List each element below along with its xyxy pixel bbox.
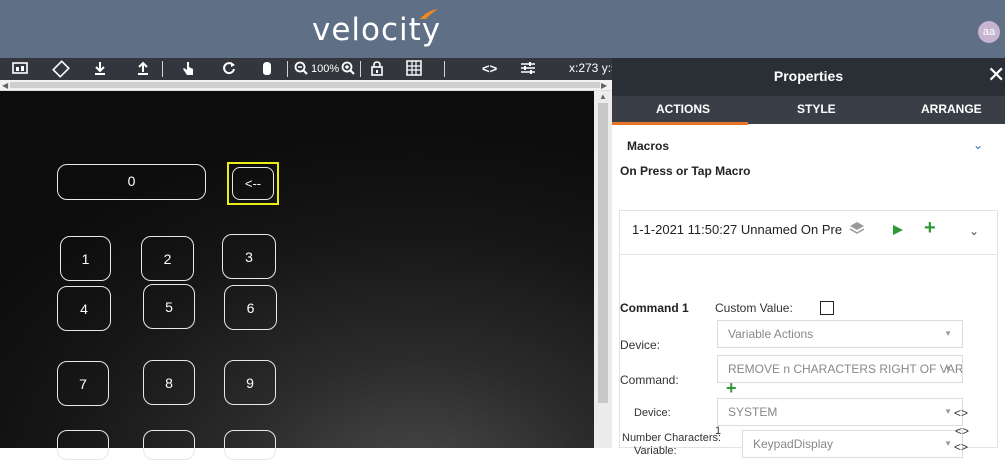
layers-icon[interactable]	[849, 221, 865, 240]
zoom-out-icon[interactable]	[294, 60, 308, 78]
keypad-key-2[interactable]: 2	[141, 236, 194, 281]
variable-select[interactable]: KeypadDisplay ▼	[742, 430, 963, 458]
command-label: Command:	[620, 373, 679, 387]
custom-value-checkbox[interactable]	[820, 301, 834, 315]
scroll-thumb[interactable]	[10, 82, 600, 88]
device-select[interactable]: Variable Actions ▼	[717, 320, 963, 348]
hand-icon[interactable]	[260, 60, 274, 78]
macros-section-title[interactable]: Macros	[627, 139, 669, 153]
scroll-up-icon[interactable]: ▲	[599, 92, 607, 101]
tab-style[interactable]: STYLE	[797, 102, 836, 116]
horizontal-scrollbar[interactable]: ◀ ▶	[0, 80, 612, 91]
tab-arrange[interactable]: ARRANGE	[921, 102, 982, 116]
variable-label: Variable:	[634, 445, 677, 457]
toolbar-divider	[287, 61, 288, 77]
caret-down-icon: ▼	[944, 364, 952, 373]
caret-down-icon: ▼	[944, 439, 952, 448]
caret-down-icon: ▼	[944, 329, 952, 338]
code-toggle-icon[interactable]: <>	[955, 424, 969, 438]
add-variable-icon[interactable]: +	[726, 378, 737, 399]
cursor-coordinates: x:273 y:58	[569, 61, 612, 75]
on-press-label: On Press or Tap Macro	[620, 164, 751, 178]
backspace-button[interactable]: <--	[227, 162, 279, 205]
variable-value: KeypadDisplay	[753, 437, 834, 451]
keypad-key-4[interactable]: 4	[57, 286, 111, 331]
code-toggle-icon[interactable]: <>	[954, 440, 968, 454]
keypad-key-5[interactable]: 5	[143, 284, 195, 329]
refresh-icon[interactable]	[222, 60, 236, 78]
settings-sliders-icon[interactable]	[520, 60, 536, 78]
toolbar-divider	[444, 61, 445, 77]
device-select-value: Variable Actions	[728, 327, 814, 341]
design-canvas[interactable]: 0 <-- 1 2 3 4 5 6 7 8 9	[0, 91, 594, 460]
rotate-icon[interactable]	[52, 60, 70, 78]
device-preview-icon[interactable]	[12, 60, 28, 78]
play-icon[interactable]	[892, 223, 904, 241]
caret-down-icon: ▼	[944, 407, 952, 416]
keypad-key-6[interactable]: 6	[224, 285, 277, 330]
code-icon[interactable]: <>	[482, 60, 497, 78]
download-icon[interactable]	[93, 60, 107, 78]
scroll-thumb[interactable]	[598, 103, 608, 403]
lock-icon[interactable]	[370, 60, 384, 78]
tab-actions[interactable]: ACTIONS	[656, 102, 710, 116]
properties-panel: Properties ✕ ACTIONS STYLE ARRANGE Macro…	[612, 58, 1005, 458]
add-command-icon[interactable]: +	[924, 217, 936, 240]
keypad-key-1[interactable]: 1	[60, 236, 111, 281]
logo-flame-icon	[420, 9, 438, 19]
command-select[interactable]: REMOVE n CHARACTERS RIGHT OF VARI ▼	[717, 355, 963, 383]
number-characters-label: Number Characters:	[622, 432, 722, 444]
vertical-scrollbar[interactable]: ▲	[594, 91, 612, 448]
code-toggle-icon[interactable]: <>	[954, 406, 968, 420]
scroll-right-icon[interactable]: ▶	[601, 81, 607, 90]
keypad-key-partial[interactable]	[143, 430, 195, 460]
toolbar-divider	[162, 61, 163, 77]
backspace-label: <--	[232, 167, 274, 200]
custom-value-label: Custom Value:	[715, 301, 793, 315]
app-header: velocity aa	[0, 0, 1005, 58]
panel-tabs: ACTIONS STYLE ARRANGE	[612, 96, 1005, 124]
keypad-key-3[interactable]: 3	[222, 234, 276, 279]
panel-header: Properties ✕	[612, 58, 1005, 96]
zoom-in-icon[interactable]	[341, 60, 355, 78]
zoom-level[interactable]: 100%	[311, 60, 339, 78]
command-select-value: REMOVE n CHARACTERS RIGHT OF VARI	[728, 362, 963, 376]
active-tab-indicator	[612, 122, 748, 125]
chevron-down-icon[interactable]: ⌄	[969, 224, 979, 238]
keypad-key-partial[interactable]	[224, 430, 276, 460]
divider	[619, 254, 998, 255]
panel-title: Properties	[773, 68, 844, 84]
avatar[interactable]: aa	[978, 21, 1000, 43]
scroll-left-icon[interactable]: ◀	[2, 81, 8, 90]
grid-icon[interactable]	[406, 60, 422, 78]
keypad-key-8[interactable]: 8	[143, 360, 195, 405]
macro-name[interactable]: 1-1-2021 11:50:27 Unnamed On Pre	[632, 222, 857, 237]
sub-device-value: SYSTEM	[728, 405, 778, 419]
chevron-down-icon[interactable]: ⌄	[973, 138, 983, 152]
sub-device-label: Device:	[634, 407, 671, 419]
number-characters-value[interactable]: 1	[715, 425, 721, 437]
close-icon[interactable]: ✕	[987, 62, 1005, 88]
sub-device-select[interactable]: SYSTEM ▼	[717, 398, 963, 426]
velocity-logo: velocity	[312, 8, 472, 50]
touch-icon[interactable]	[181, 60, 195, 78]
keypad-key-7[interactable]: 7	[57, 361, 109, 406]
device-label: Device:	[620, 338, 661, 352]
editor-toolbar: 100% <> x:273 y:58	[0, 58, 612, 80]
keypad-display[interactable]: 0	[57, 164, 206, 200]
upload-icon[interactable]	[136, 60, 150, 78]
command-title: Command 1	[620, 301, 689, 315]
keypad-key-partial[interactable]	[57, 430, 109, 460]
toolbar-divider	[360, 61, 361, 77]
keypad-key-9[interactable]: 9	[224, 360, 276, 405]
